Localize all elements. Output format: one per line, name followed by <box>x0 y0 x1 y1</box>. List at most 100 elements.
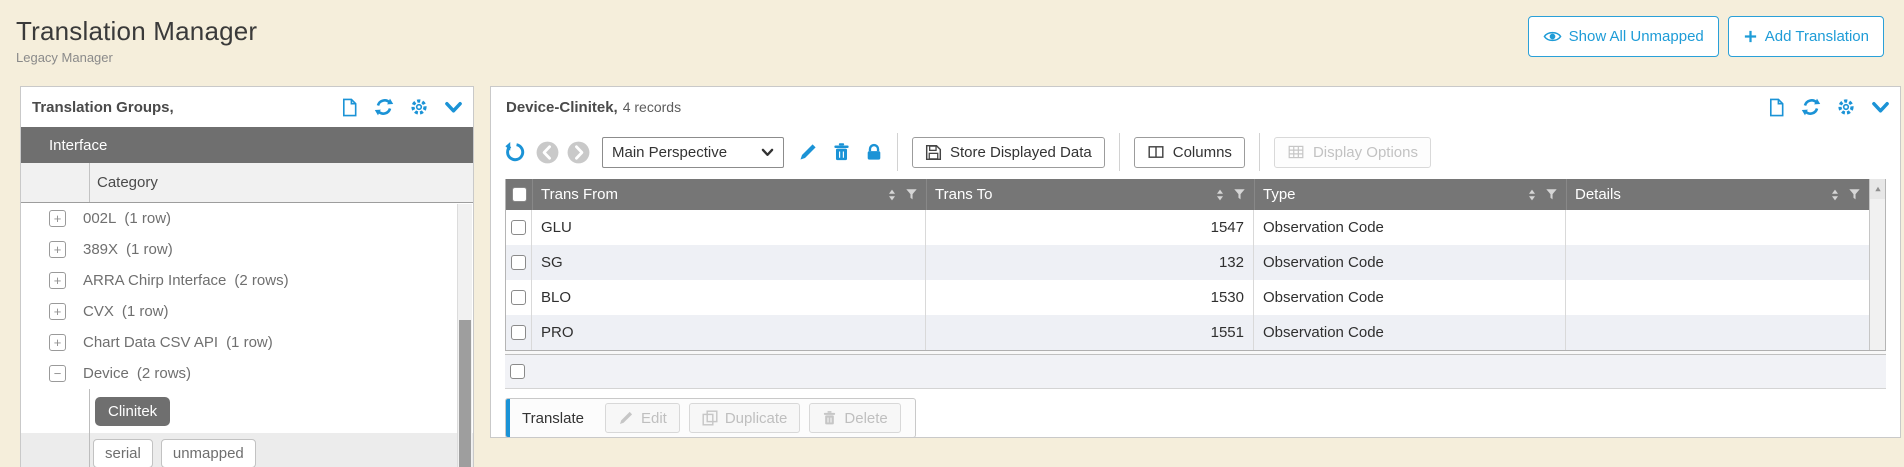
refresh-icon[interactable] <box>1801 97 1821 117</box>
category-column-divider <box>89 163 90 202</box>
row-action-bar: Translate Edit Duplicate Delete <box>505 398 916 438</box>
table-row[interactable]: GLU 1547 Observation Code <box>506 210 1869 245</box>
filter-funnel-icon[interactable] <box>1233 188 1246 201</box>
tree-item-count: (1 row) <box>122 303 169 320</box>
new-document-icon[interactable] <box>1767 98 1786 117</box>
store-displayed-data-button[interactable]: Store Displayed Data <box>912 137 1105 168</box>
cell-details <box>1566 280 1869 315</box>
sort-icon[interactable] <box>886 188 898 202</box>
undo-icon[interactable] <box>505 142 526 163</box>
column-header-trans-from[interactable]: Trans From <box>532 179 926 210</box>
expand-plus-icon[interactable]: + <box>49 272 66 289</box>
toolbar-divider <box>1259 133 1260 171</box>
column-header-type[interactable]: Type <box>1254 179 1566 210</box>
tree-item-label: ARRA Chirp Interface <box>83 272 226 289</box>
expand-plus-icon[interactable]: + <box>49 303 66 320</box>
tree-row-chart-data-csv-api[interactable]: + Chart Data CSV API (1 row) <box>21 327 473 358</box>
collapse-panel-chevron-icon[interactable] <box>444 98 463 117</box>
grid-icon <box>1287 144 1305 160</box>
tree-row-arra-chirp-interface[interactable]: + ARRA Chirp Interface (2 rows) <box>21 265 473 296</box>
history-back-icon[interactable] <box>536 141 559 164</box>
row-checkbox[interactable] <box>511 325 526 340</box>
add-translation-button[interactable]: Add Translation <box>1728 16 1884 57</box>
delete-button[interactable]: Delete <box>809 403 900 433</box>
row-checkbox-cell <box>506 280 532 315</box>
row-checkbox[interactable] <box>511 220 526 235</box>
expand-plus-icon[interactable]: + <box>49 334 66 351</box>
tree-row-cvx[interactable]: + CVX (1 row) <box>21 296 473 327</box>
translation-groups-header: Translation Groups, <box>21 87 473 127</box>
refresh-icon[interactable] <box>374 97 394 117</box>
tree-item-count: (2 rows) <box>234 272 288 289</box>
filter-funnel-icon[interactable] <box>1848 188 1861 201</box>
tree-row-device[interactable]: − Device (2 rows) <box>21 358 473 389</box>
columns-icon <box>1147 144 1165 160</box>
column-controls <box>886 188 918 202</box>
records-count: 4 records <box>623 99 681 115</box>
cell-trans-from: BLO <box>532 280 926 315</box>
plus-icon <box>1743 29 1758 44</box>
history-forward-icon[interactable] <box>567 141 590 164</box>
cell-type: Observation Code <box>1254 245 1566 280</box>
column-label: Type <box>1263 186 1520 203</box>
column-controls <box>1829 188 1861 202</box>
filter-funnel-icon[interactable] <box>1545 188 1558 201</box>
collapse-minus-icon[interactable]: − <box>49 365 66 382</box>
cell-trans-to: 1551 <box>926 315 1254 350</box>
row-checkbox[interactable] <box>511 290 526 305</box>
expand-plus-icon[interactable]: + <box>49 241 66 258</box>
tree-row-389x[interactable]: + 389X (1 row) <box>21 234 473 265</box>
trash-icon <box>822 410 837 426</box>
duplicate-button[interactable]: Duplicate <box>689 403 801 433</box>
table-row[interactable]: SG 132 Observation Code <box>506 245 1869 280</box>
category-column-header[interactable]: Category <box>21 163 473 203</box>
edit-button[interactable]: Edit <box>605 403 680 433</box>
new-document-icon[interactable] <box>340 98 359 117</box>
display-options-button[interactable]: Display Options <box>1274 137 1431 168</box>
perspective-select[interactable]: Main Perspective <box>602 137 784 168</box>
groups-scrollbar[interactable] <box>457 204 472 467</box>
cell-details <box>1566 210 1869 245</box>
records-panel-title: Device-Clinitek, <box>506 99 618 116</box>
cell-trans-to: 132 <box>926 245 1254 280</box>
edit-label: Edit <box>641 410 667 427</box>
cell-trans-to: 1530 <box>926 280 1254 315</box>
gear-icon[interactable] <box>1836 97 1856 117</box>
interface-group-header[interactable]: Interface <box>21 127 473 163</box>
cell-trans-to: 1547 <box>926 210 1254 245</box>
column-header-trans-to[interactable]: Trans To <box>926 179 1254 210</box>
columns-button[interactable]: Columns <box>1134 137 1245 168</box>
column-label: Trans To <box>935 186 1208 203</box>
footer-checkbox[interactable] <box>510 364 525 379</box>
gear-icon[interactable] <box>409 97 429 117</box>
sort-icon[interactable] <box>1526 188 1538 202</box>
delete-perspective-trash-icon[interactable] <box>832 142 851 162</box>
table-row[interactable]: BLO 1530 Observation Code <box>506 280 1869 315</box>
serial-tag-badge[interactable]: serial <box>93 439 153 467</box>
lock-perspective-icon[interactable] <box>865 142 883 162</box>
sort-icon[interactable] <box>1829 188 1841 202</box>
column-header-details[interactable]: Details <box>1566 179 1869 210</box>
tree-row-002l[interactable]: + 002L (1 row) <box>21 203 473 234</box>
show-all-unmapped-button[interactable]: Show All Unmapped <box>1528 16 1719 57</box>
sort-icon[interactable] <box>1214 188 1226 202</box>
unmapped-tag-badge[interactable]: unmapped <box>161 439 256 467</box>
collapse-panel-chevron-icon[interactable] <box>1871 98 1890 117</box>
table-scrollbar[interactable] <box>1869 179 1885 350</box>
select-all-checkbox[interactable] <box>512 187 527 202</box>
new-row-footer[interactable] <box>505 355 1886 389</box>
edit-perspective-pencil-icon[interactable] <box>798 142 818 162</box>
device-tags-row: serial unmapped <box>21 433 473 467</box>
filter-funnel-icon[interactable] <box>905 188 918 201</box>
expand-plus-icon[interactable]: + <box>49 210 66 227</box>
scroll-up-arrow-icon <box>1873 185 1883 194</box>
groups-scrollbar-thumb[interactable] <box>459 320 471 467</box>
row-checkbox[interactable] <box>511 255 526 270</box>
table-row[interactable]: PRO 1551 Observation Code <box>506 315 1869 350</box>
perspective-selected-value: Main Perspective <box>612 144 727 161</box>
records-panel-header: Device-Clinitek, 4 records <box>491 87 1900 127</box>
scroll-up-button[interactable] <box>1870 179 1885 199</box>
translate-button[interactable]: Translate <box>522 410 584 427</box>
columns-label: Columns <box>1173 144 1232 161</box>
clinitek-selected-badge[interactable]: Clinitek <box>95 397 170 426</box>
